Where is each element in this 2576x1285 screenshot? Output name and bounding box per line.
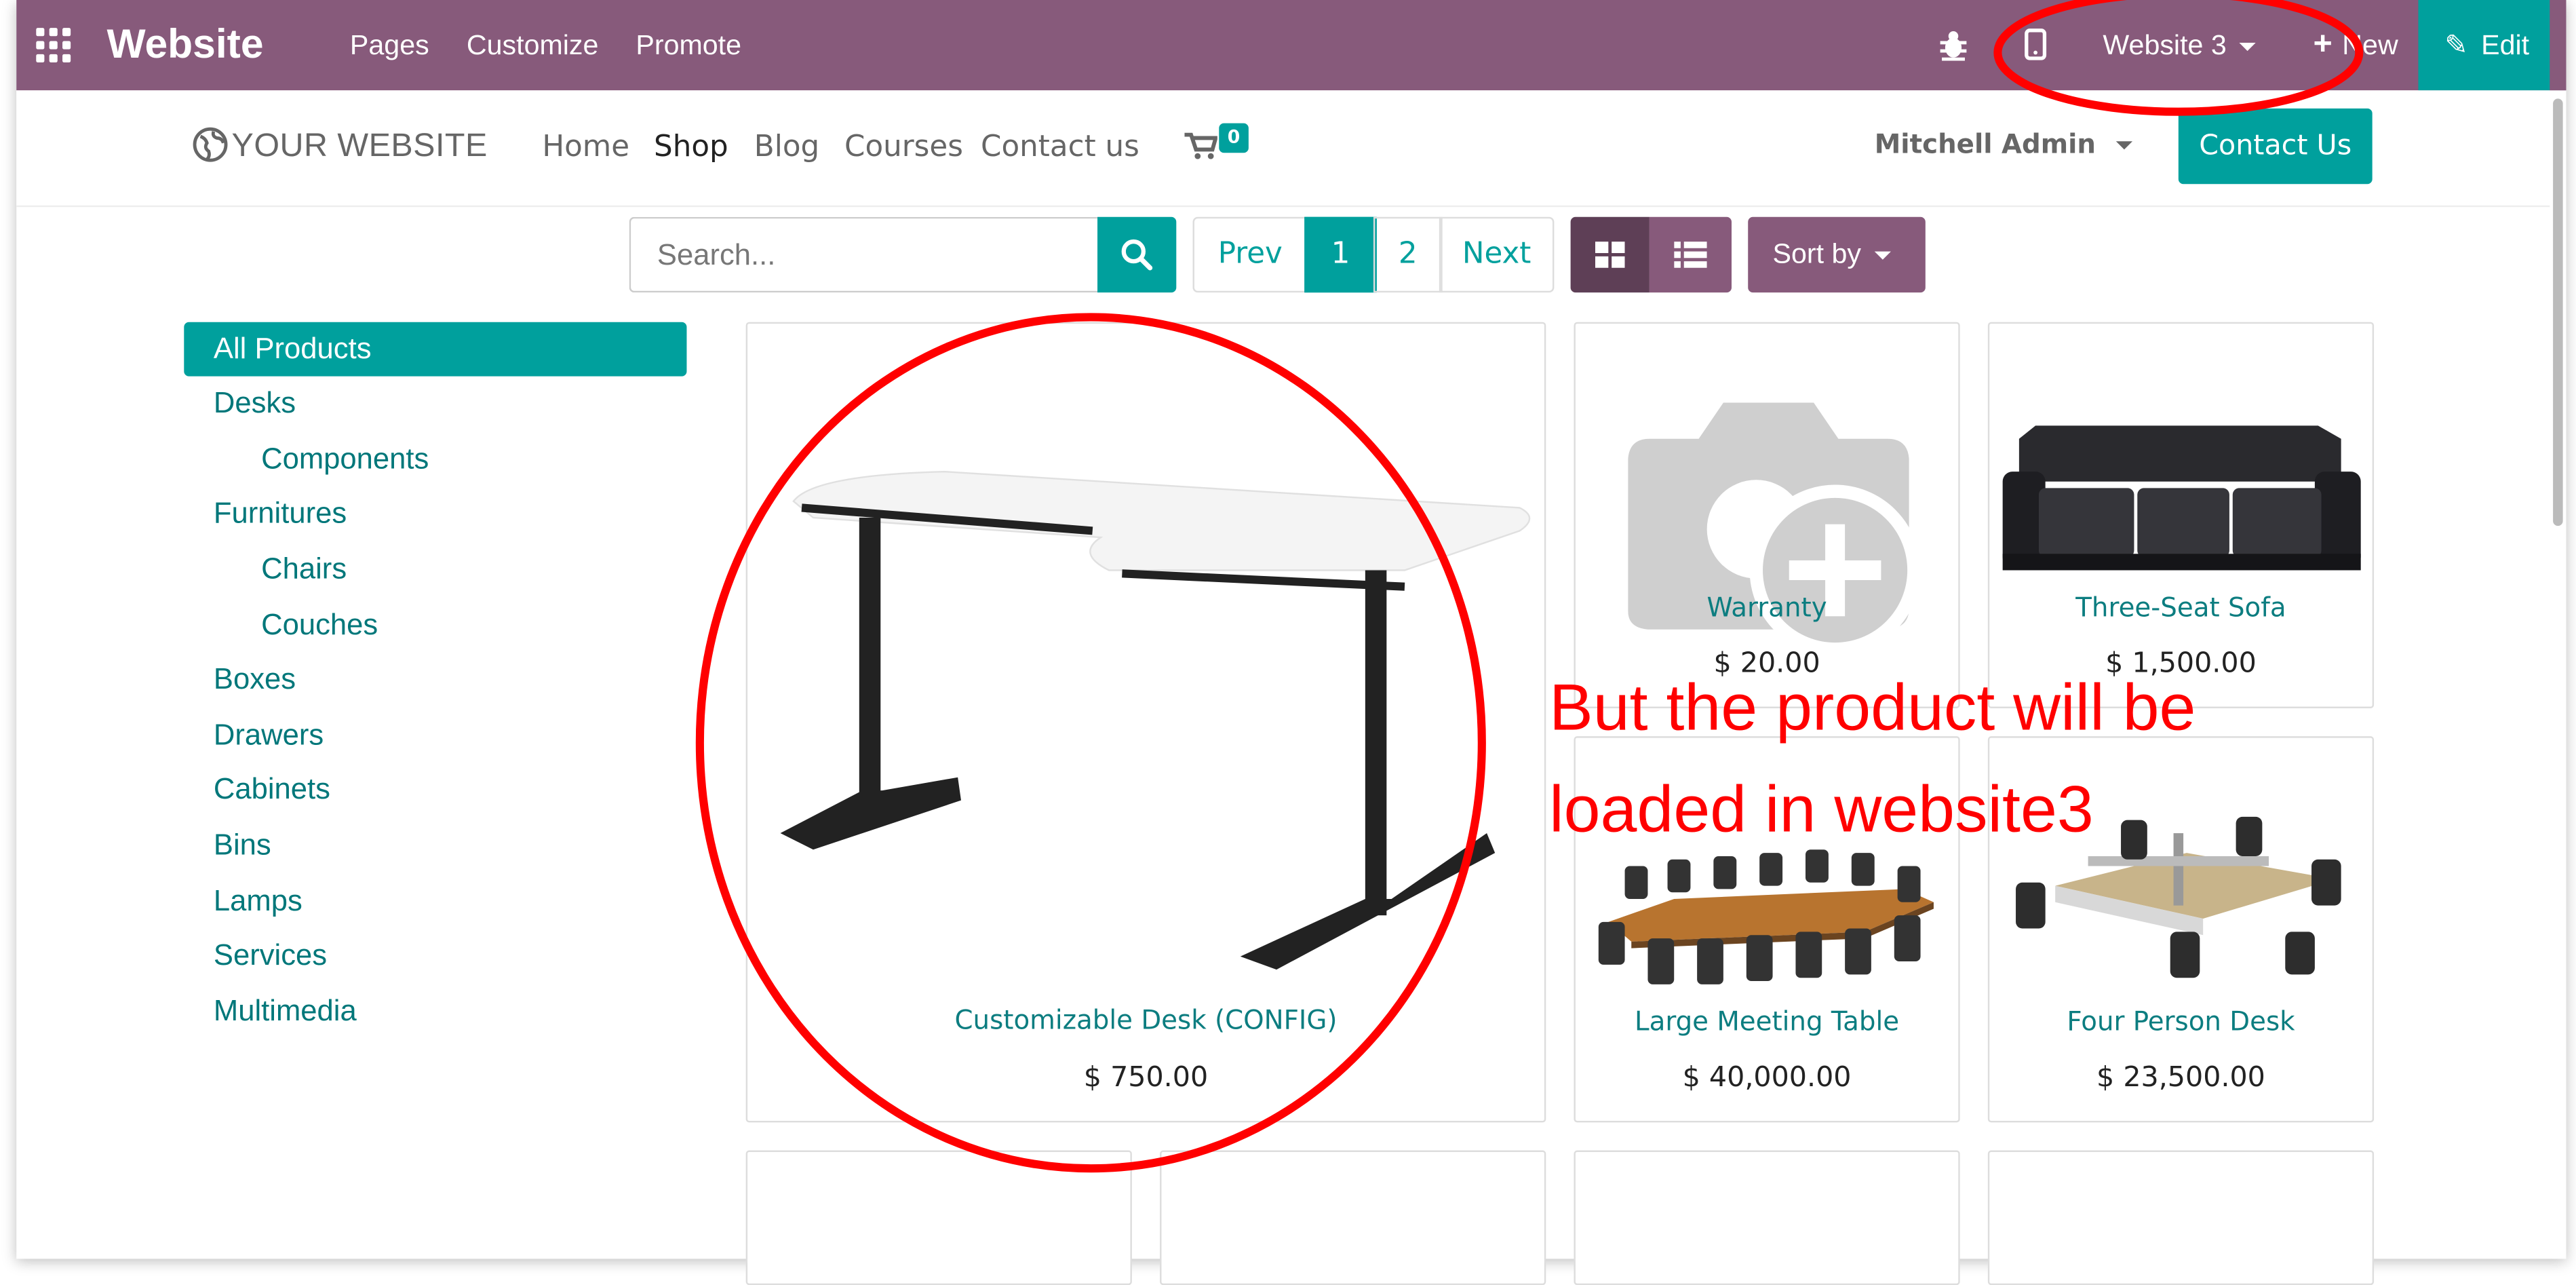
annotation-circle-desk bbox=[695, 313, 1486, 1173]
screenshot-stage: Website Pages Customize Promote Website … bbox=[0, 0, 2576, 1285]
annotation-line-1: But the product will be bbox=[1549, 672, 2196, 745]
annotation-circle-website-selector bbox=[1993, 0, 2364, 116]
annotation-line-2: loaded in website3 bbox=[1549, 773, 2094, 847]
annotation-overlay bbox=[695, 0, 2364, 1173]
annotation-text: But the product will be loaded in websit… bbox=[1549, 657, 2196, 861]
